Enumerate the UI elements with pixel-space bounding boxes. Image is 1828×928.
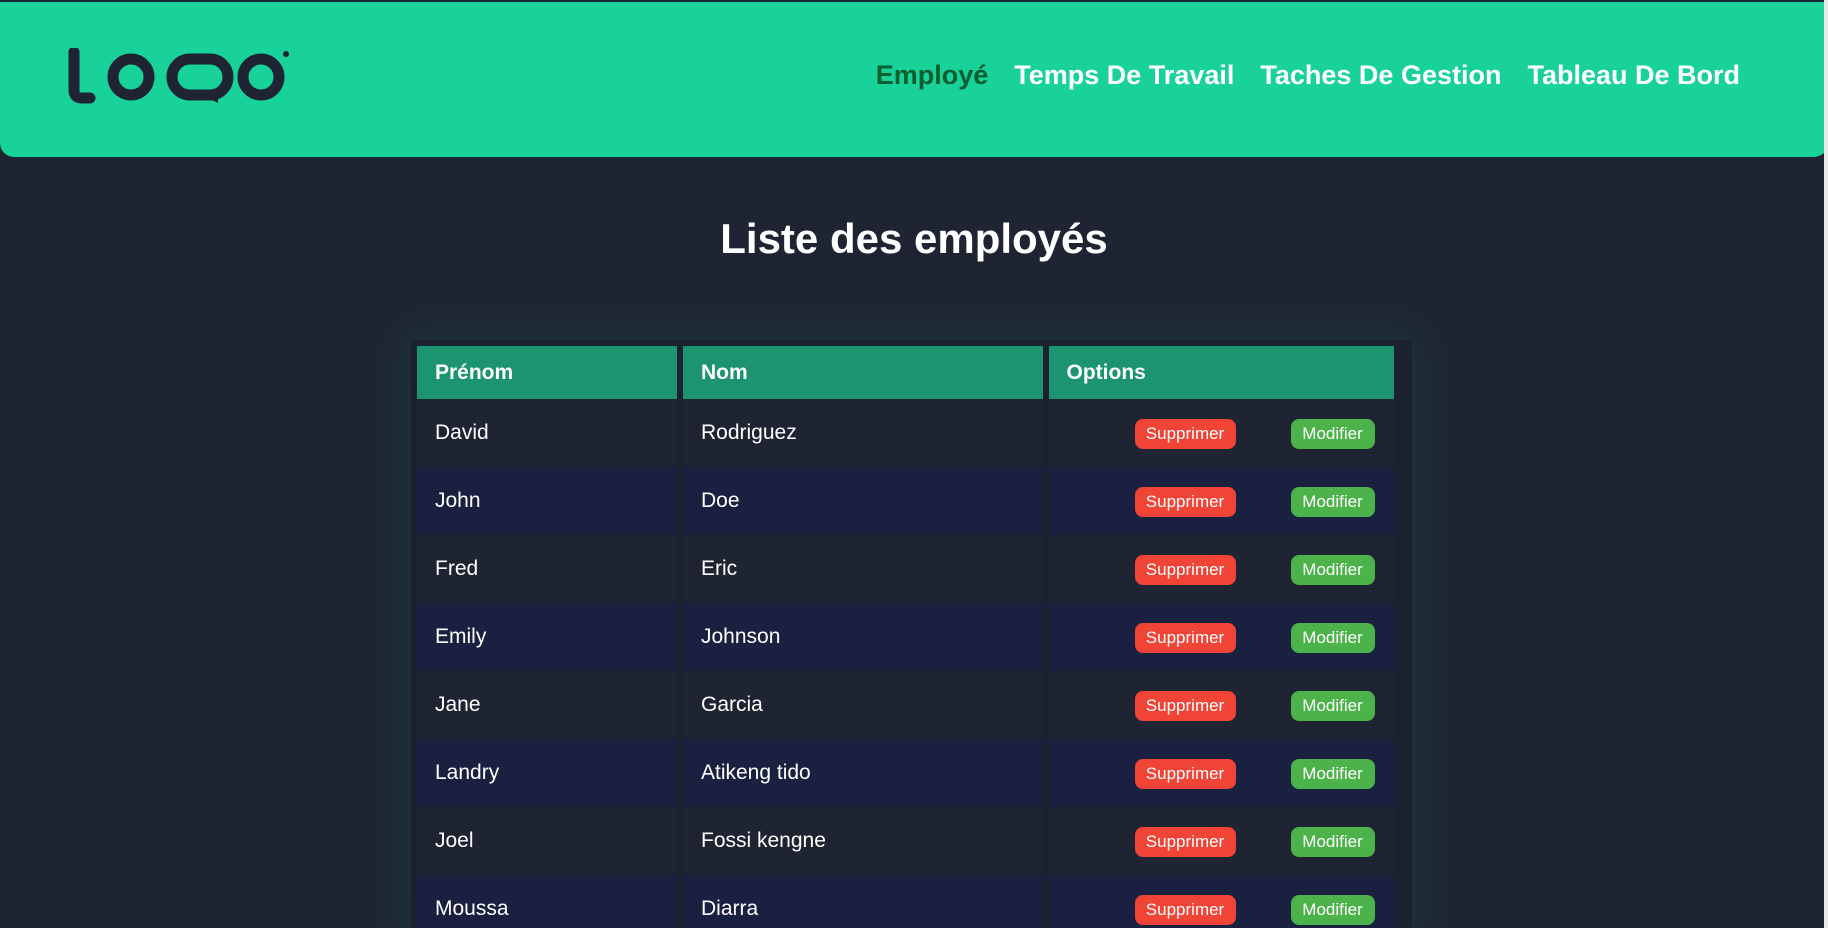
table-body: David Rodriguez Supprimer Modifier John Doe Su… — [417, 399, 1394, 928]
table-row: Joel Fossi kengne Supprimer Modifier — [417, 807, 1394, 875]
delete-button[interactable]: Supprimer — [1134, 555, 1236, 585]
edit-button[interactable]: Modifier — [1290, 419, 1375, 449]
page: Employé Temps De Travail Taches De Gesti… — [0, 0, 1828, 928]
nav-temps-de-travail[interactable]: Temps De Travail — [1014, 60, 1234, 91]
cell-prenom: John — [417, 467, 677, 535]
logo[interactable] — [68, 48, 290, 106]
cell-options: Supprimer Modifier — [1048, 875, 1394, 928]
nav-employe[interactable]: Employé — [876, 60, 989, 91]
options-group: Supprimer Modifier — [1067, 535, 1394, 603]
options-group: Supprimer Modifier — [1067, 399, 1394, 467]
cell-options: Supprimer Modifier — [1048, 603, 1394, 671]
cell-prenom: Jane — [417, 671, 677, 739]
cell-prenom: Fred — [417, 535, 677, 603]
cell-prenom: Landry — [417, 739, 677, 807]
options-group: Supprimer Modifier — [1067, 467, 1394, 535]
header-nom: Nom — [683, 346, 1043, 399]
cell-nom: Johnson — [683, 603, 1043, 671]
cell-nom: Diarra — [683, 875, 1043, 928]
employee-table-container: Prénom Nom Options David Rodriguez Supprim… — [411, 340, 1412, 928]
cell-options: Supprimer Modifier — [1048, 671, 1394, 739]
table-row: Emily Johnson Supprimer Modifier — [417, 603, 1394, 671]
table-row: Jane Garcia Supprimer Modifier — [417, 671, 1394, 739]
nav-taches-de-gestion[interactable]: Taches De Gestion — [1260, 60, 1501, 91]
cell-nom: Garcia — [683, 671, 1043, 739]
edit-button[interactable]: Modifier — [1290, 895, 1375, 925]
header-prenom: Prénom — [417, 346, 677, 399]
cell-nom: Fossi kengne — [683, 807, 1043, 875]
edit-button[interactable]: Modifier — [1290, 691, 1375, 721]
options-group: Supprimer Modifier — [1067, 739, 1394, 807]
options-group: Supprimer Modifier — [1067, 875, 1394, 928]
table-header-row: Prénom Nom Options — [417, 346, 1394, 399]
edit-button[interactable]: Modifier — [1290, 555, 1375, 585]
cell-nom: Doe — [683, 467, 1043, 535]
cell-prenom: Joel — [417, 807, 677, 875]
table-row: David Rodriguez Supprimer Modifier — [417, 399, 1394, 467]
nav-tableau-de-bord[interactable]: Tableau De Bord — [1527, 60, 1740, 91]
cell-nom: Atikeng tido — [683, 739, 1043, 807]
window-edge — [1824, 0, 1828, 928]
edit-button[interactable]: Modifier — [1290, 623, 1375, 653]
cell-options: Supprimer Modifier — [1048, 807, 1394, 875]
cell-nom: Eric — [683, 535, 1043, 603]
delete-button[interactable]: Supprimer — [1134, 487, 1236, 517]
delete-button[interactable]: Supprimer — [1134, 419, 1236, 449]
cell-options: Supprimer Modifier — [1048, 739, 1394, 807]
delete-button[interactable]: Supprimer — [1134, 623, 1236, 653]
page-title: Liste des employés — [720, 215, 1108, 262]
cell-options: Supprimer Modifier — [1048, 399, 1394, 467]
options-group: Supprimer Modifier — [1067, 807, 1394, 875]
delete-button[interactable]: Supprimer — [1134, 827, 1236, 857]
delete-button[interactable]: Supprimer — [1134, 759, 1236, 789]
options-group: Supprimer Modifier — [1067, 603, 1394, 671]
table-row: John Doe Supprimer Modifier — [417, 467, 1394, 535]
cell-prenom: David — [417, 399, 677, 467]
top-navbar: Employé Temps De Travail Taches De Gesti… — [0, 2, 1828, 157]
main-nav: Employé Temps De Travail Taches De Gesti… — [876, 60, 1740, 91]
cell-prenom: Emily — [417, 603, 677, 671]
cell-nom: Rodriguez — [683, 399, 1043, 467]
edit-button[interactable]: Modifier — [1290, 487, 1375, 517]
delete-button[interactable]: Supprimer — [1134, 691, 1236, 721]
table-row: Moussa Diarra Supprimer Modifier — [417, 875, 1394, 928]
employee-table: Prénom Nom Options David Rodriguez Supprim… — [411, 346, 1400, 928]
edit-button[interactable]: Modifier — [1290, 827, 1375, 857]
table-row: Fred Eric Supprimer Modifier — [417, 535, 1394, 603]
edit-button[interactable]: Modifier — [1290, 759, 1375, 789]
header-options: Options — [1048, 346, 1394, 399]
cell-options: Supprimer Modifier — [1048, 535, 1394, 603]
table-row: Landry Atikeng tido Supprimer Modifier — [417, 739, 1394, 807]
options-group: Supprimer Modifier — [1067, 671, 1394, 739]
cell-options: Supprimer Modifier — [1048, 467, 1394, 535]
delete-button[interactable]: Supprimer — [1134, 895, 1236, 925]
cell-prenom: Moussa — [417, 875, 677, 928]
